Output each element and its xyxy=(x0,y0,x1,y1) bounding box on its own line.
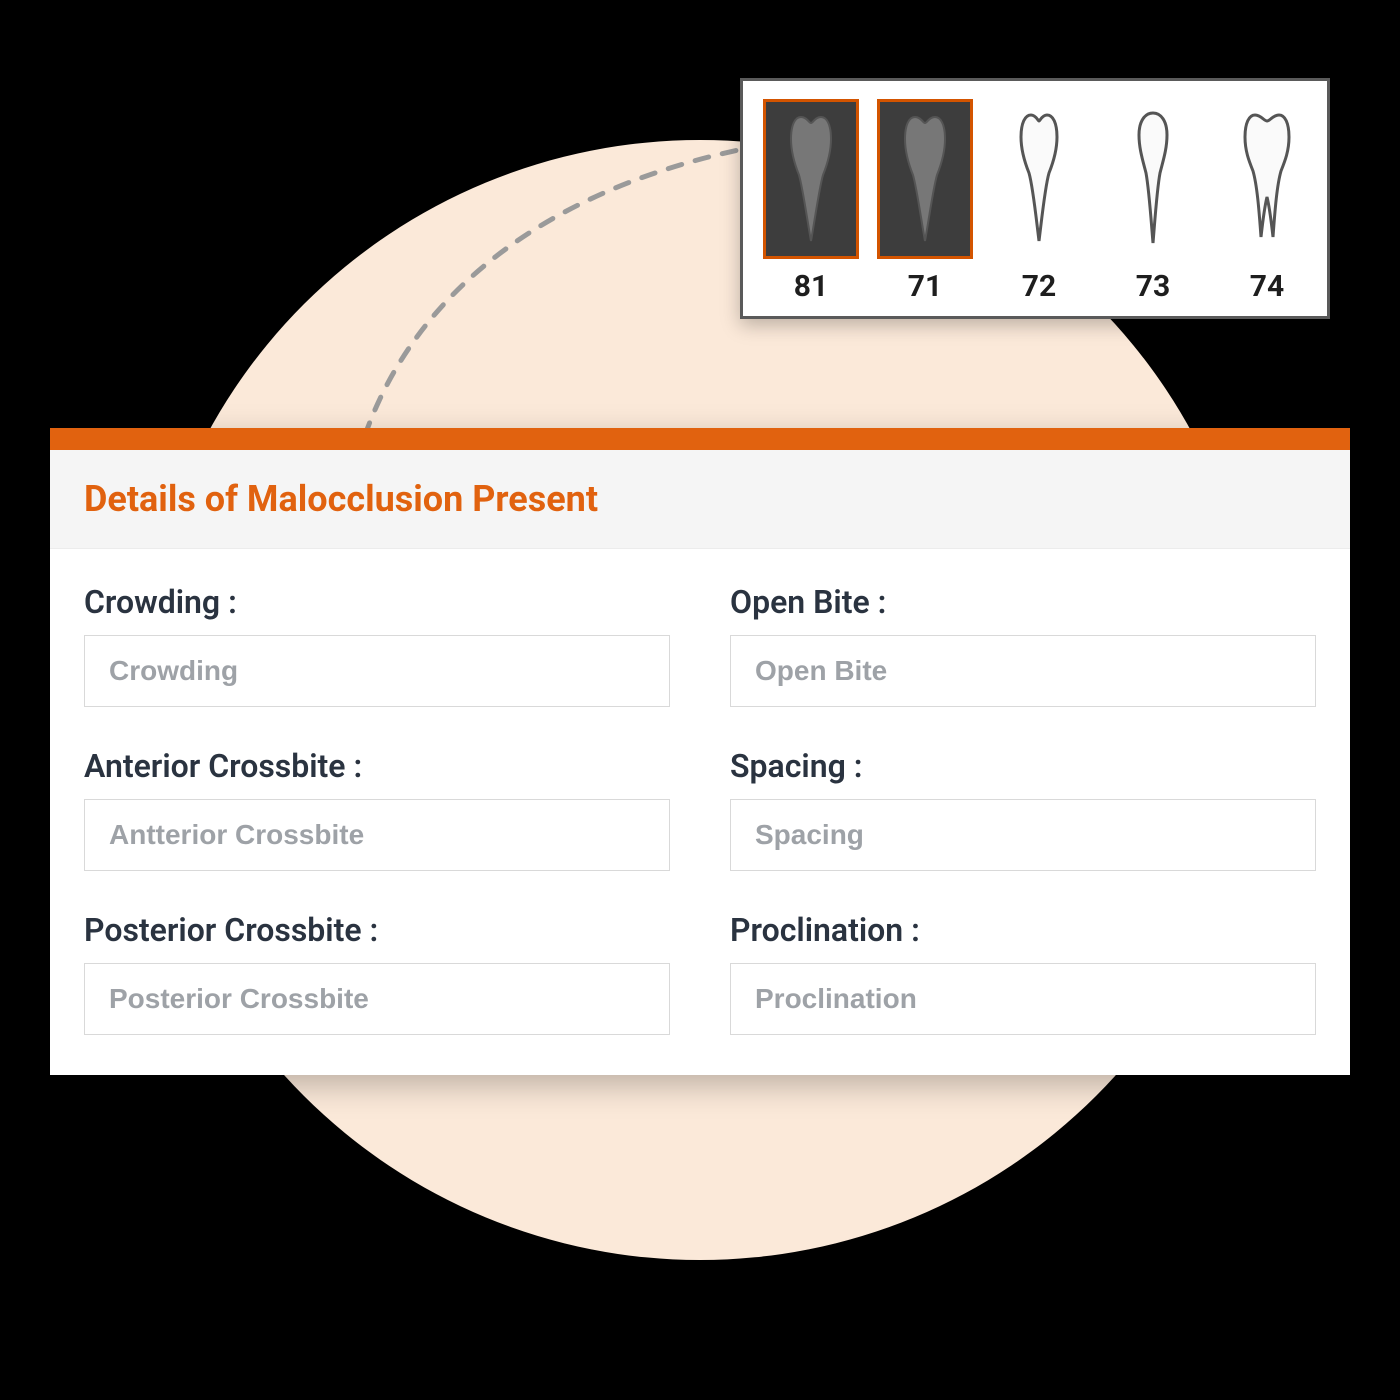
label-posterior-crossbite: Posterior Crossbite : xyxy=(84,911,670,949)
malocclusion-details-card: Details of Malocclusion Present Crowding… xyxy=(50,428,1350,1075)
tooth-label: 73 xyxy=(1136,269,1170,304)
card-header: Details of Malocclusion Present xyxy=(50,450,1350,549)
tooth-label: 74 xyxy=(1250,269,1284,304)
tooth-label: 71 xyxy=(908,269,942,304)
tooth-label: 81 xyxy=(794,269,828,304)
tooth-selection-panel: 81 71 72 xyxy=(740,78,1330,319)
field-spacing: Spacing : xyxy=(730,747,1316,871)
input-open-bite[interactable] xyxy=(730,635,1316,707)
label-crowding: Crowding : xyxy=(84,583,670,621)
tooth-box-74 xyxy=(1219,99,1315,259)
tooth-icon xyxy=(1237,109,1297,249)
label-proclination: Proclination : xyxy=(730,911,1316,949)
tooth-box-71 xyxy=(877,99,973,259)
card-accent-bar xyxy=(50,428,1350,450)
tooth-box-81 xyxy=(763,99,859,259)
card-body: Crowding : Open Bite : Anterior Crossbit… xyxy=(50,549,1350,1075)
tooth-71[interactable]: 71 xyxy=(877,99,973,304)
card-title: Details of Malocclusion Present xyxy=(84,478,1316,520)
tooth-icon xyxy=(1009,109,1069,249)
field-open-bite: Open Bite : xyxy=(730,583,1316,707)
tooth-icon xyxy=(895,109,955,249)
tooth-box-72 xyxy=(991,99,1087,259)
field-crowding: Crowding : xyxy=(84,583,670,707)
label-open-bite: Open Bite : xyxy=(730,583,1316,621)
input-anterior-crossbite[interactable] xyxy=(84,799,670,871)
input-crowding[interactable] xyxy=(84,635,670,707)
label-spacing: Spacing : xyxy=(730,747,1316,785)
field-proclination: Proclination : xyxy=(730,911,1316,1035)
tooth-74[interactable]: 74 xyxy=(1219,99,1315,304)
input-spacing[interactable] xyxy=(730,799,1316,871)
tooth-icon xyxy=(1123,109,1183,249)
tooth-81[interactable]: 81 xyxy=(763,99,859,304)
tooth-icon xyxy=(781,109,841,249)
input-proclination[interactable] xyxy=(730,963,1316,1035)
field-posterior-crossbite: Posterior Crossbite : xyxy=(84,911,670,1035)
tooth-label: 72 xyxy=(1022,269,1056,304)
label-anterior-crossbite: Anterior Crossbite : xyxy=(84,747,670,785)
tooth-box-73 xyxy=(1105,99,1201,259)
tooth-73[interactable]: 73 xyxy=(1105,99,1201,304)
field-anterior-crossbite: Anterior Crossbite : xyxy=(84,747,670,871)
input-posterior-crossbite[interactable] xyxy=(84,963,670,1035)
tooth-72[interactable]: 72 xyxy=(991,99,1087,304)
